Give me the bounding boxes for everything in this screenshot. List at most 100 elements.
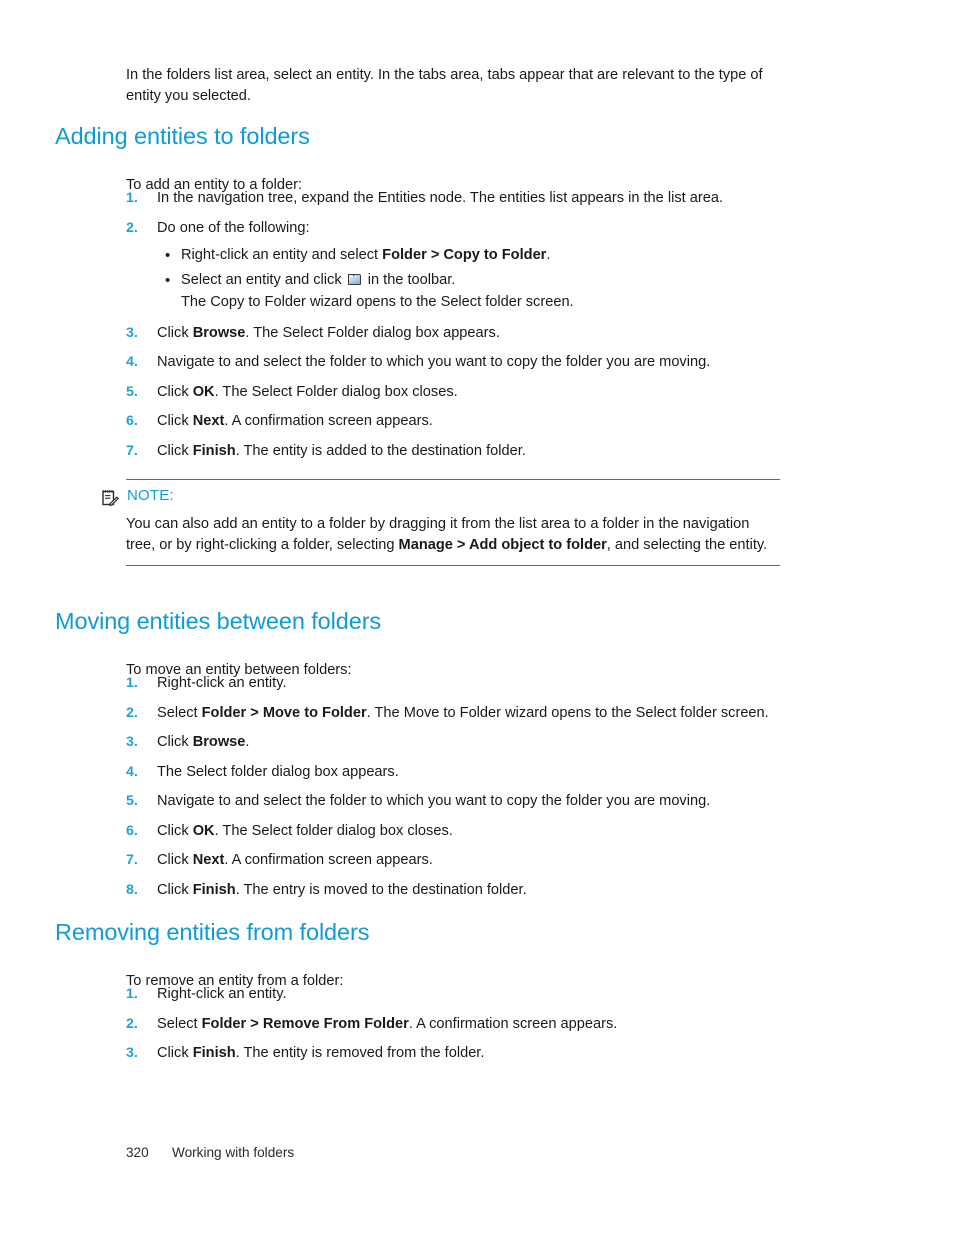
step-number: 2. xyxy=(126,219,138,236)
step-number: 2. xyxy=(126,1015,138,1032)
step-item: 3. Click Finish. The entity is removed f… xyxy=(126,1043,806,1064)
section-heading-removing-entities: Removing entities from folders xyxy=(55,919,370,945)
step-bold-text: Folder > Move to Folder xyxy=(201,704,367,721)
note-bold-text: Manage > Add object to folder xyxy=(398,537,607,553)
document-page: In the folders list area, select an enti… xyxy=(0,0,954,1235)
step-bold-text: OK xyxy=(192,822,215,839)
step-text-tail: . The entry is moved to the destination … xyxy=(235,881,527,898)
bullet-marker: • xyxy=(165,246,171,264)
step-number: 5. xyxy=(126,793,138,809)
footer-page-number: 320 xyxy=(126,1145,149,1160)
step-text: Navigate to and select the folder to whi… xyxy=(157,793,711,809)
bullet-item: • Select an entity and click in the tool… xyxy=(157,270,806,313)
step-item: 3. Click Browse. The Select Folder dialo… xyxy=(126,323,806,344)
step-number: 6. xyxy=(126,822,138,839)
note-bottom-rule xyxy=(126,565,780,566)
step-item: 5. Navigate to and select the folder to … xyxy=(126,791,806,812)
step-item: 6. Click OK. The Select folder dialog bo… xyxy=(126,821,806,842)
step-text-tail: . A confirmation screen appears. xyxy=(408,1015,618,1032)
step-bold-text: Finish xyxy=(192,881,236,898)
step-bold-text: Finish xyxy=(192,1045,236,1061)
step-item: 2. Do one of the following: • Right-clic… xyxy=(126,218,806,313)
step-text: Click xyxy=(157,324,193,341)
step-item: 4. Navigate to and select the folder to … xyxy=(126,352,806,373)
step-bold-text: OK xyxy=(192,383,215,400)
step-text-tail: . xyxy=(245,734,250,750)
step-text: Click xyxy=(157,822,193,839)
step-number: 8. xyxy=(126,881,138,898)
step-number: 3. xyxy=(126,1045,138,1061)
step-bold-text: Finish xyxy=(192,442,236,459)
bullet-text: Select an entity and click xyxy=(181,271,346,288)
footer-running-head: Working with folders xyxy=(172,1145,295,1160)
step-number: 7. xyxy=(126,442,138,459)
section-heading-moving-entities: Moving entities between folders xyxy=(55,608,382,634)
step-number: 4. xyxy=(126,354,138,370)
note-text-tail: , and selecting the entity. xyxy=(606,537,768,553)
step-text: Click xyxy=(157,881,193,898)
bullet-item: • Right-click an entity and select Folde… xyxy=(157,245,806,266)
steps-list-adding-entities: 1. In the navigation tree, expand the En… xyxy=(126,188,806,470)
step-text-tail: . The Select Folder dialog box closes. xyxy=(214,383,458,400)
step-number: 5. xyxy=(126,383,138,400)
step-text: The Select folder dialog box appears. xyxy=(157,763,399,780)
step-number: 1. xyxy=(126,986,138,1002)
step-text: Do one of the following: xyxy=(157,219,310,236)
step-text: Select xyxy=(157,704,202,721)
step-number: 6. xyxy=(126,413,138,429)
step-text: Click xyxy=(157,1045,193,1061)
step-text: Click xyxy=(157,383,193,400)
note-top-rule xyxy=(126,479,780,480)
steps-list-removing-entities: 1. Right-click an entity. 2. Select Fold… xyxy=(126,984,806,1073)
step-number: 7. xyxy=(126,852,138,868)
folder-icon xyxy=(347,273,362,286)
step-text: In the navigation tree, expand the Entit… xyxy=(157,190,723,206)
step-number: 3. xyxy=(126,324,138,341)
bullet-text-tail: in the toolbar. xyxy=(363,271,456,288)
step-text: Click xyxy=(157,442,193,459)
step-item: 4. The Select folder dialog box appears. xyxy=(126,762,806,783)
step-item: 2. Select Folder > Remove From Folder. A… xyxy=(126,1014,806,1035)
step-item: 7. Click Next. A confirmation screen app… xyxy=(126,850,806,871)
step-text: Select xyxy=(157,1015,202,1032)
note-pad-icon xyxy=(102,489,119,507)
step-item: 5. Click OK. The Select Folder dialog bo… xyxy=(126,382,806,403)
step-text-tail: . The Move to Folder wizard opens to the… xyxy=(366,704,769,721)
bullet-continuation-text: The Copy to Folder wizard opens to the S… xyxy=(181,293,574,310)
step-text: Right-click an entity. xyxy=(157,986,287,1002)
step-bold-text: Browse xyxy=(192,734,246,750)
step-text: Click xyxy=(157,413,193,429)
note-box: NOTE: You can also add an entity to a fo… xyxy=(102,479,790,566)
note-label: NOTE: xyxy=(127,487,174,504)
step-item: 1. In the navigation tree, expand the En… xyxy=(126,188,806,209)
step-text-tail: . A confirmation screen appears. xyxy=(224,413,433,429)
step-bold-text: Browse xyxy=(192,324,246,341)
step-text-tail: . The Select Folder dialog box appears. xyxy=(245,324,500,341)
step-text: Right-click an entity. xyxy=(157,675,287,691)
note-header: NOTE: xyxy=(102,487,790,507)
step-text-tail: . A confirmation screen appears. xyxy=(224,852,433,868)
bullet-text-tail: . xyxy=(546,246,551,263)
step-item: 8. Click Finish. The entry is moved to t… xyxy=(126,880,806,901)
section-heading-adding-entities: Adding entities to folders xyxy=(55,123,310,149)
step-item: 2. Select Folder > Move to Folder. The M… xyxy=(126,703,806,724)
step-text: Click xyxy=(157,852,193,868)
steps-list-moving-entities: 1. Right-click an entity. 2. Select Fold… xyxy=(126,673,806,909)
step-text: Click xyxy=(157,734,193,750)
step-text-tail: . The entity is removed from the folder. xyxy=(235,1045,485,1061)
step-number: 1. xyxy=(126,675,138,691)
step-item: 6. Click Next. A confirmation screen app… xyxy=(126,411,806,432)
step-number: 2. xyxy=(126,704,138,721)
page-footer: 320 Working with folders xyxy=(126,1145,294,1160)
step-number: 4. xyxy=(126,763,138,780)
bullet-text: Right-click an entity and select xyxy=(181,246,383,263)
note-body-text: You can also add an entity to a folder b… xyxy=(126,514,776,556)
step-number: 3. xyxy=(126,734,138,750)
step-item: 1. Right-click an entity. xyxy=(126,984,806,1005)
bullet-marker: • xyxy=(165,271,171,289)
step-item: 3. Click Browse. xyxy=(126,732,806,753)
step-number: 1. xyxy=(126,190,138,206)
step-item: 1. Right-click an entity. xyxy=(126,673,806,694)
step-bold-text: Next xyxy=(192,852,225,868)
step-text-tail: . The entity is added to the destination… xyxy=(235,442,526,459)
